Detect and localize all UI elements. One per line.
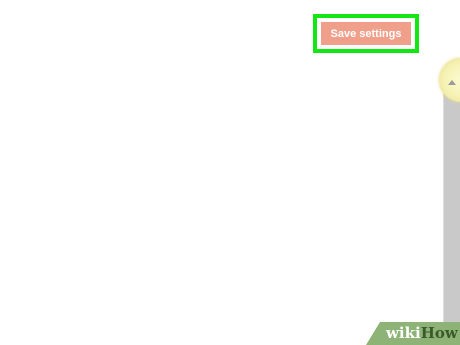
wikihow-watermark: wikiHow [386,325,458,342]
save-button-highlight: Save settings [313,14,419,53]
watermark-how: How [420,324,458,342]
vertical-scrollbar[interactable] [443,88,460,345]
save-settings-button[interactable]: Save settings [321,22,411,45]
watermark-wiki: wiki [386,324,421,342]
chevron-up-icon[interactable] [448,80,456,85]
